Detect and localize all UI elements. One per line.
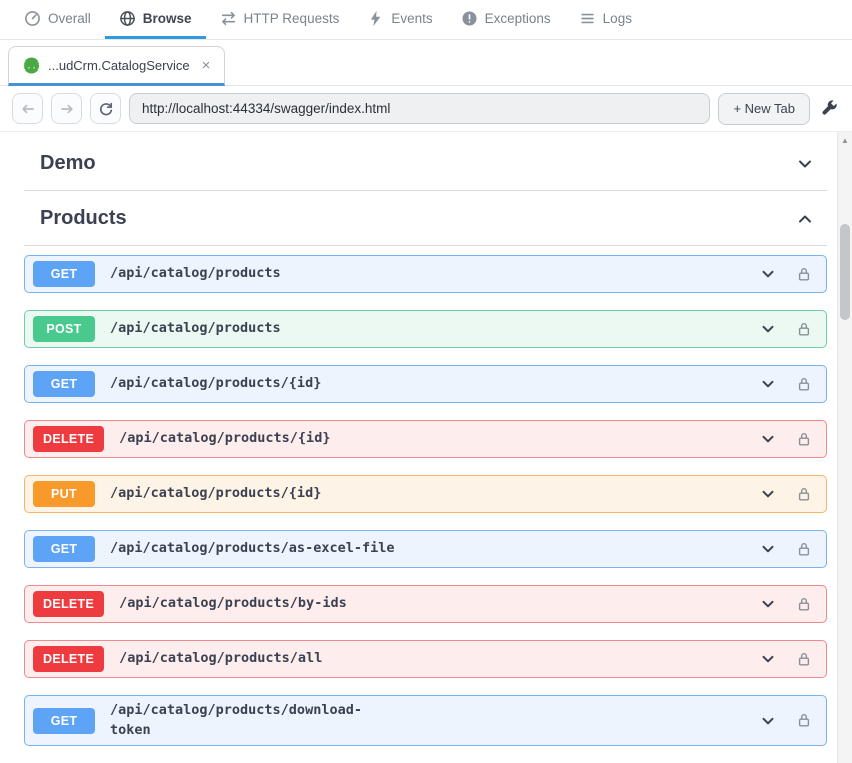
endpoint-path: /api/catalog/products/as-excel-file	[110, 539, 760, 559]
method-badge[interactable]: DELETE	[33, 646, 104, 672]
url-input[interactable]	[142, 101, 697, 116]
navigation-bar: + New Tab	[0, 86, 852, 132]
scrollbar[interactable]: ▲	[837, 132, 852, 763]
endpoint-path: /api/catalog/products/download-token	[110, 701, 375, 740]
endpoint-path: /api/catalog/products/{id}	[110, 374, 760, 394]
toolbar-tab-label: Exceptions	[485, 11, 551, 26]
chevron-down-icon[interactable]	[760, 266, 776, 282]
toolbar-tab[interactable]: HTTP Requests	[206, 0, 354, 39]
chevron-down-icon[interactable]	[760, 321, 776, 337]
endpoint-list: GET /api/catalog/products POST /api/cata…	[24, 246, 827, 746]
method-badge[interactable]: GET	[33, 261, 95, 287]
chevron-down-icon[interactable]	[760, 376, 776, 392]
browser-tab[interactable]: {..} ...udCrm.CatalogService ×	[8, 46, 225, 86]
endpoint-path: /api/catalog/products/{id}	[119, 429, 760, 449]
endpoint-row[interactable]: DELETE /api/catalog/products/all	[24, 640, 827, 678]
endpoint-row[interactable]: PUT /api/catalog/products/{id}	[24, 475, 827, 513]
toolbar-tab-label: HTTP Requests	[244, 11, 340, 26]
toolbar-tab[interactable]: Exceptions	[447, 0, 565, 39]
logs-icon	[579, 10, 596, 27]
lock-icon[interactable]	[796, 712, 812, 729]
toolbar-tab[interactable]: Browse	[105, 0, 206, 39]
lock-icon[interactable]	[796, 541, 812, 558]
toolbar-tab[interactable]: Logs	[565, 0, 646, 39]
lock-icon[interactable]	[796, 321, 812, 338]
scroll-up-arrow[interactable]: ▲	[838, 136, 852, 146]
endpoint-icons	[760, 651, 812, 668]
forward-button[interactable]	[51, 93, 82, 124]
method-badge[interactable]: GET	[33, 708, 95, 734]
endpoint-icons	[760, 431, 812, 448]
lock-icon[interactable]	[796, 376, 812, 393]
method-badge[interactable]: DELETE	[33, 426, 104, 452]
back-button[interactable]	[12, 93, 43, 124]
tools-icon[interactable]	[818, 98, 840, 120]
section-title: Products	[40, 207, 127, 230]
endpoint-icons	[760, 266, 812, 283]
swagger-page: Demo Products GET /api/catalog/products	[0, 132, 852, 763]
overall-icon	[24, 10, 41, 27]
toolbar-tab-label: Overall	[48, 11, 91, 26]
chevron-down-icon[interactable]	[760, 486, 776, 502]
endpoint-icons	[760, 376, 812, 393]
chevron-up-icon[interactable]	[795, 209, 815, 229]
chevron-down-icon[interactable]	[760, 541, 776, 557]
lock-icon[interactable]	[796, 266, 812, 283]
section-products[interactable]: Products	[24, 191, 827, 246]
toolbar-tab-label: Logs	[603, 11, 632, 26]
lock-icon[interactable]	[796, 651, 812, 668]
section-title: Demo	[40, 152, 96, 175]
endpoint-icons	[760, 486, 812, 503]
scrollbar-thumb[interactable]	[840, 224, 850, 320]
toolbar-tab[interactable]: Overall	[10, 0, 105, 39]
endpoint-path: /api/catalog/products/by-ids	[119, 594, 760, 614]
url-bar	[129, 93, 710, 124]
method-badge[interactable]: DELETE	[33, 591, 104, 617]
endpoint-path: /api/catalog/products/{id}	[110, 484, 760, 504]
endpoint-row[interactable]: POST /api/catalog/products	[24, 310, 827, 348]
lock-icon[interactable]	[796, 431, 812, 448]
endpoint-row[interactable]: DELETE /api/catalog/products/by-ids	[24, 585, 827, 623]
method-badge[interactable]: POST	[33, 316, 95, 342]
chevron-down-icon[interactable]	[760, 596, 776, 612]
browser-tab-strip: {..} ...udCrm.CatalogService ×	[0, 40, 852, 86]
endpoint-path: /api/catalog/products	[110, 319, 760, 339]
endpoint-row[interactable]: GET /api/catalog/products	[24, 255, 827, 293]
endpoint-icons	[760, 596, 812, 613]
endpoint-row[interactable]: GET /api/catalog/products/download-token	[24, 695, 827, 746]
toolbar-tab-label: Events	[391, 11, 432, 26]
endpoint-row[interactable]: GET /api/catalog/products/as-excel-file	[24, 530, 827, 568]
swagger-icon: {..}	[23, 57, 40, 74]
endpoint-row[interactable]: GET /api/catalog/products/{id}	[24, 365, 827, 403]
svg-text:{..}: {..}	[23, 61, 40, 71]
events-icon	[367, 10, 384, 27]
toolbar-tab[interactable]: Events	[353, 0, 446, 39]
exceptions-icon	[461, 10, 478, 27]
section-demo[interactable]: Demo	[24, 136, 827, 191]
refresh-button[interactable]	[90, 93, 121, 124]
endpoint-icons	[760, 541, 812, 558]
method-badge[interactable]: GET	[33, 371, 95, 397]
toolbar-tab-label: Browse	[143, 11, 192, 26]
endpoint-row[interactable]: DELETE /api/catalog/products/{id}	[24, 420, 827, 458]
chevron-down-icon[interactable]	[760, 713, 776, 729]
http-requests-icon	[220, 10, 237, 27]
top-tab-bar: Overall Browse HTTP Requests Events Exce…	[0, 0, 852, 40]
browse-icon	[119, 10, 136, 27]
lock-icon[interactable]	[796, 596, 812, 613]
new-tab-button[interactable]: + New Tab	[718, 93, 810, 125]
endpoint-icons	[760, 321, 812, 338]
endpoint-icons	[760, 712, 812, 729]
lock-icon[interactable]	[796, 486, 812, 503]
endpoint-path: /api/catalog/products	[110, 264, 760, 284]
method-badge[interactable]: GET	[33, 536, 95, 562]
method-badge[interactable]: PUT	[33, 481, 95, 507]
tab-close-icon[interactable]: ×	[202, 57, 211, 74]
browser-tab-title: ...udCrm.CatalogService	[48, 58, 190, 73]
chevron-down-icon[interactable]	[760, 651, 776, 667]
chevron-down-icon[interactable]	[760, 431, 776, 447]
endpoint-path: /api/catalog/products/all	[119, 649, 760, 669]
chevron-down-icon[interactable]	[795, 154, 815, 174]
